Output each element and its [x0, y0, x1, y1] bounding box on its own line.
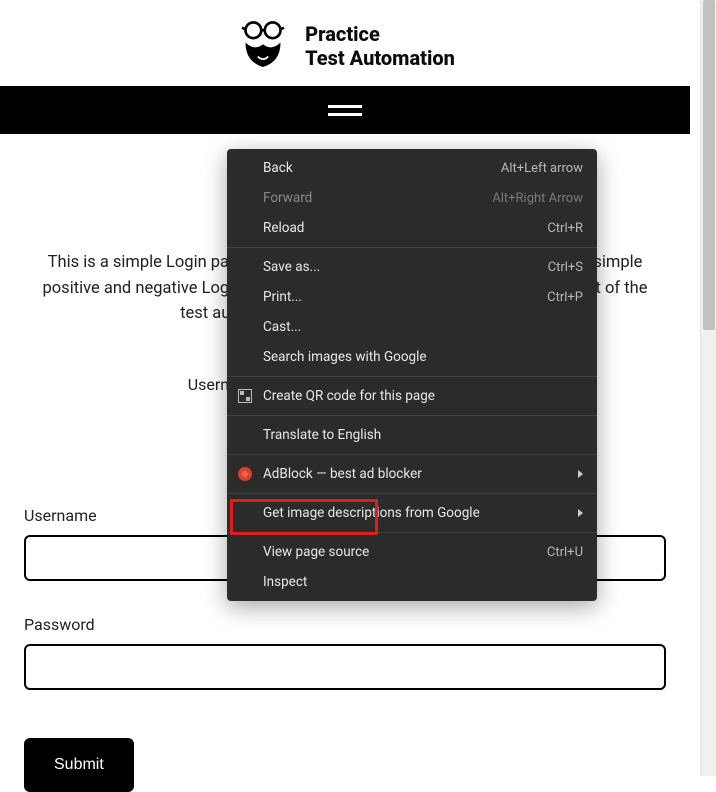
ctx-source-label: View page source [263, 544, 547, 560]
password-label: Password [24, 615, 666, 634]
ctx-qr-label: Create QR code for this page [263, 388, 583, 404]
brand-line1: Practice [305, 22, 455, 46]
ctx-back-accel: Alt+Left arrow [501, 161, 583, 176]
scrollbar-thumb[interactable] [703, 0, 715, 330]
submit-button[interactable]: Submit [24, 738, 134, 792]
ctx-separator [227, 247, 597, 248]
ctx-search-images-label: Search images with Google [263, 349, 583, 365]
brand-line2: Test Automation [305, 46, 455, 70]
qr-icon [237, 388, 253, 404]
ctx-cast[interactable]: Cast... [227, 312, 597, 342]
ctx-reload-label: Reload [263, 220, 547, 236]
password-input[interactable] [24, 644, 666, 690]
ctx-image-descriptions[interactable]: Get image descriptions from Google [227, 498, 597, 528]
ctx-translate-label: Translate to English [263, 427, 583, 443]
chevron-right-icon [578, 509, 583, 517]
navbar [0, 86, 690, 134]
ctx-source-accel: Ctrl+U [547, 545, 583, 560]
ctx-inspect-label: Inspect [263, 574, 583, 590]
ctx-translate[interactable]: Translate to English [227, 420, 597, 450]
ctx-imgdesc-label: Get image descriptions from Google [263, 505, 578, 521]
brand-name: Practice Test Automation [305, 22, 455, 70]
browser-context-menu: Back Alt+Left arrow Forward Alt+Right Ar… [227, 149, 597, 601]
ctx-separator [227, 532, 597, 533]
ctx-separator [227, 454, 597, 455]
ctx-forward-accel: Alt+Right Arrow [492, 191, 583, 206]
ctx-reload[interactable]: Reload Ctrl+R [227, 213, 597, 243]
ctx-back-label: Back [263, 160, 501, 176]
ctx-save-accel: Ctrl+S [548, 260, 583, 275]
ctx-reload-accel: Ctrl+R [547, 221, 583, 236]
ctx-adblock-label: AdBlock — best ad blocker [263, 466, 578, 482]
ctx-search-images[interactable]: Search images with Google [227, 342, 597, 372]
ctx-back[interactable]: Back Alt+Left arrow [227, 153, 597, 183]
ctx-forward: Forward Alt+Right Arrow [227, 183, 597, 213]
ctx-forward-label: Forward [263, 190, 492, 206]
ctx-save-label: Save as... [263, 259, 548, 275]
chevron-right-icon [578, 470, 583, 478]
ctx-adblock[interactable]: AdBlock — best ad blocker [227, 459, 597, 489]
ctx-separator [227, 493, 597, 494]
ctx-save-as[interactable]: Save as... Ctrl+S [227, 252, 597, 282]
ctx-print-accel: Ctrl+P [547, 290, 583, 305]
ctx-create-qr[interactable]: Create QR code for this page [227, 381, 597, 411]
site-header: Practice Test Automation [0, 0, 690, 86]
ctx-view-source[interactable]: View page source Ctrl+U [227, 537, 597, 567]
ctx-print-label: Print... [263, 289, 547, 305]
hamburger-menu-button[interactable] [328, 105, 362, 116]
ctx-inspect[interactable]: Inspect [227, 567, 597, 597]
ctx-separator [227, 415, 597, 416]
ctx-print[interactable]: Print... Ctrl+P [227, 282, 597, 312]
ctx-separator [227, 376, 597, 377]
adblock-icon [237, 466, 253, 482]
vertical-scrollbar[interactable] [700, 0, 716, 776]
ctx-cast-label: Cast... [263, 319, 583, 335]
logo-icon [235, 18, 291, 74]
